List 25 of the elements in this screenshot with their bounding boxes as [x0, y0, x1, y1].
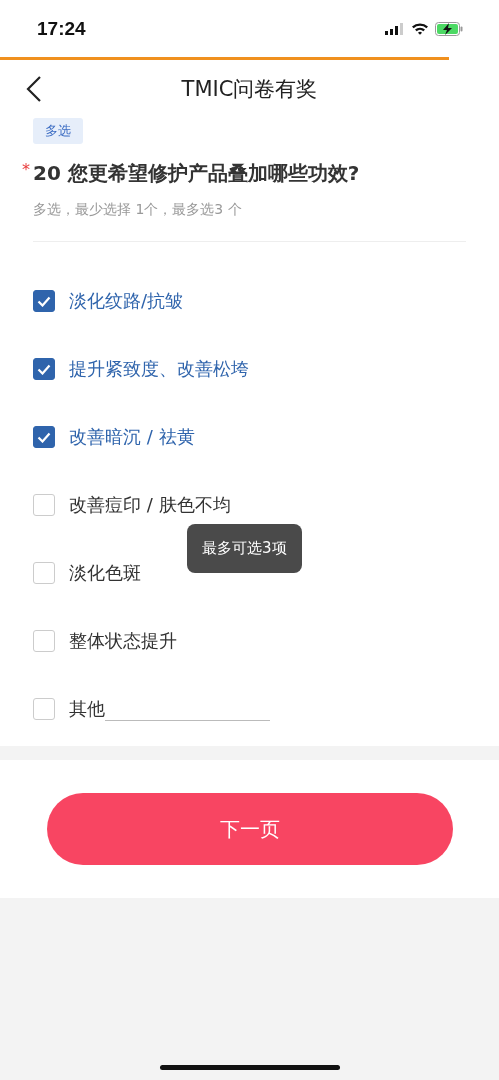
- check-icon: [37, 363, 51, 375]
- question-type-tag: 多选: [33, 118, 83, 144]
- option-label[interactable]: 淡化色斑: [69, 561, 141, 585]
- option-label[interactable]: 改善暗沉 / 祛黄: [69, 425, 195, 449]
- fill-in-line[interactable]: [105, 720, 270, 721]
- back-icon[interactable]: [26, 76, 42, 102]
- wifi-icon: [411, 22, 429, 35]
- option-label[interactable]: 其他: [69, 697, 105, 721]
- question-title: 20 您更希望修护产品叠加哪些功效?: [33, 160, 360, 187]
- check-icon: [37, 431, 51, 443]
- signal-icon: [385, 22, 405, 35]
- checkbox[interactable]: [33, 358, 55, 380]
- option-label[interactable]: 淡化纹路/抗皱: [69, 289, 184, 313]
- checkbox[interactable]: [33, 290, 55, 312]
- toast: 最多可选3项: [187, 524, 302, 573]
- battery-charging-icon: [435, 21, 463, 36]
- required-mark: *: [22, 160, 31, 179]
- question-hint: 多选，最少选择 1个，最多选3 个: [33, 201, 243, 219]
- option-label[interactable]: 提升紧致度、改善松垮: [69, 357, 249, 381]
- checkbox[interactable]: [33, 426, 55, 448]
- check-icon: [37, 295, 51, 307]
- page-title: TMIC问卷有奖: [181, 76, 318, 103]
- option-label[interactable]: 整体状态提升: [69, 629, 177, 653]
- option-label[interactable]: 改善痘印 / 肤色不均: [69, 493, 231, 517]
- status-time: 17:24: [37, 17, 86, 40]
